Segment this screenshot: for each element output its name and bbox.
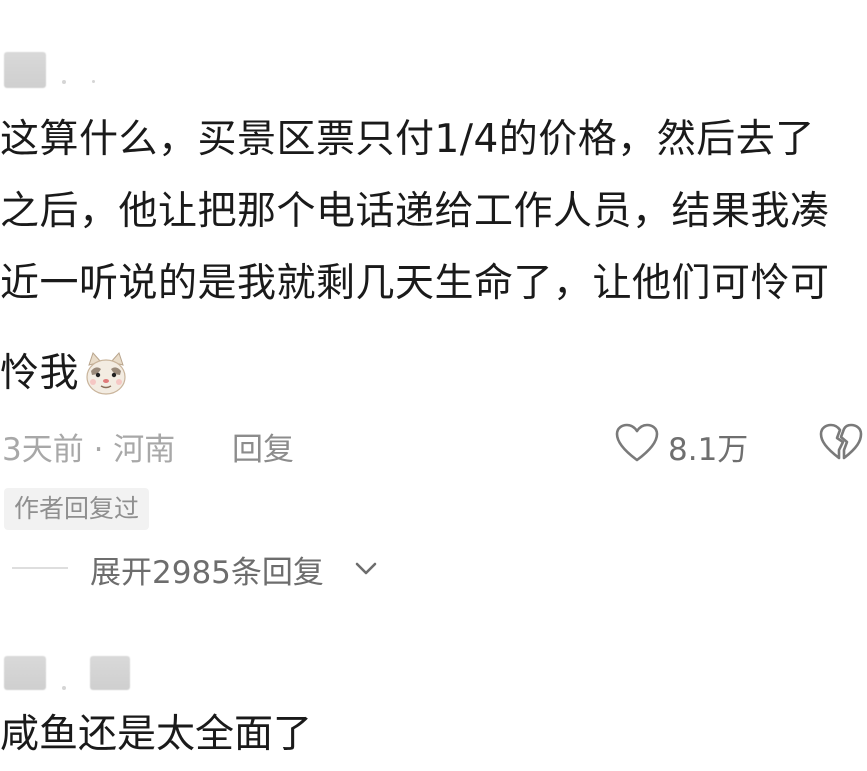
comment2-text: 咸鱼还是太全面了	[0, 712, 313, 757]
comment2-header-dot	[62, 686, 66, 690]
comment1-username-blurred	[4, 52, 46, 88]
expand-replies-button[interactable]: 展开2985条回复	[0, 545, 867, 591]
cat-face-emoji-icon	[83, 349, 129, 395]
comment1-line-1: 这算什么，买景区票只付1/4的价格，然后去了	[0, 117, 815, 162]
heart-outline-icon[interactable]	[614, 422, 660, 464]
expand-divider-line	[12, 567, 68, 569]
comment1-meta-row: 3天前 · 河南 回复 8.1万	[0, 416, 867, 470]
chevron-down-icon[interactable]	[352, 557, 380, 579]
like-count: 8.1万	[668, 432, 749, 468]
comment-feed: 这算什么，买景区票只付1/4的价格，然后去了 之后，他让把那个电话递给工作人员，…	[0, 0, 867, 771]
comment1-line-3: 近一听说的是我就剩几天生命了，让他们可怜可	[0, 261, 830, 306]
comment2-username-blurred	[4, 656, 46, 690]
expand-replies-label[interactable]: 展开2985条回复	[90, 547, 324, 592]
comment1-line-4-text: 怜我	[0, 351, 80, 396]
comment1-header-dot	[62, 80, 66, 84]
comment1-time-location: 3天前 · 河南	[2, 432, 176, 468]
comment1-line-4: 怜我	[0, 338, 867, 410]
comment1-line-2: 之后，他让把那个电话递给工作人员，结果我凑	[0, 189, 830, 234]
reply-button[interactable]: 回复	[232, 424, 294, 469]
author-replied-badge: 作者回复过	[4, 488, 150, 530]
comment1-header-dot-2	[92, 80, 95, 83]
comment2-username-blurred-2	[90, 656, 130, 690]
broken-heart-icon[interactable]	[818, 422, 864, 464]
